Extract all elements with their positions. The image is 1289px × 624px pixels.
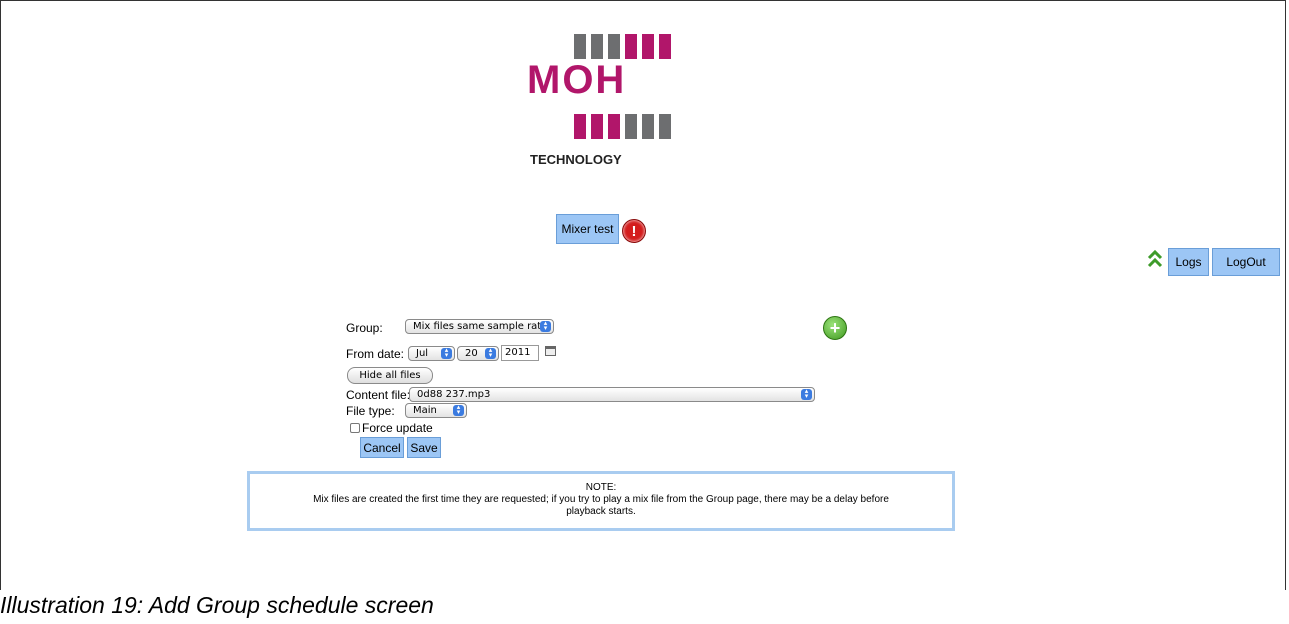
- group-select-value: Mix files same sample rate: [413, 321, 548, 332]
- note-box: NOTE: Mix files are created the first ti…: [247, 471, 955, 531]
- force-update-checkbox[interactable]: [350, 423, 360, 433]
- content-file-label: Content file:: [346, 388, 411, 402]
- force-update-label: Force update: [362, 421, 433, 435]
- alert-icon[interactable]: !: [622, 219, 646, 243]
- select-arrow-icon: ▴ ▾: [540, 320, 551, 332]
- mixer-test-button[interactable]: Mixer test: [556, 214, 619, 244]
- group-select[interactable]: Mix files same sample rate ▴ ▾: [405, 319, 554, 334]
- logout-button[interactable]: LogOut: [1212, 248, 1280, 276]
- year-input[interactable]: 2011: [501, 345, 539, 361]
- cancel-button[interactable]: Cancel: [360, 437, 404, 458]
- calendar-icon[interactable]: [545, 346, 556, 356]
- month-select[interactable]: Jul ▴ ▾: [408, 346, 455, 361]
- select-arrow-icon: ▴ ▾: [801, 388, 812, 400]
- file-type-label: File type:: [346, 404, 395, 418]
- logo-subtitle: TECHNOLOGY: [530, 152, 622, 167]
- file-type-select-value: Main: [413, 405, 437, 416]
- logo-top-bars: [574, 34, 671, 59]
- logs-button[interactable]: Logs: [1168, 248, 1209, 276]
- select-arrow-icon: ▴ ▾: [485, 347, 496, 359]
- plus-circle-icon[interactable]: +: [823, 316, 847, 340]
- select-arrow-icon: ▴ ▾: [453, 404, 464, 416]
- select-arrow-icon: ▴ ▾: [441, 347, 452, 359]
- group-label: Group:: [346, 321, 383, 335]
- logo-bottom-bars: [574, 114, 671, 139]
- logo-text: MOH: [527, 58, 627, 102]
- note-title: NOTE:: [585, 482, 617, 493]
- from-date-label: From date:: [346, 347, 405, 361]
- hide-all-files-button[interactable]: Hide all files: [347, 367, 433, 384]
- chevron-up-double-icon[interactable]: [1147, 249, 1163, 269]
- save-button[interactable]: Save: [407, 437, 441, 458]
- content-file-select-value: 0d88 237.mp3: [417, 389, 491, 400]
- file-type-select[interactable]: Main ▴ ▾: [405, 403, 467, 418]
- content-file-select[interactable]: 0d88 237.mp3 ▴ ▾: [409, 387, 815, 402]
- figure-caption: Illustration 19: Add Group schedule scre…: [0, 592, 434, 618]
- note-body: Mix files are created the first time the…: [313, 494, 889, 517]
- day-select-value: 20: [465, 348, 478, 359]
- day-select[interactable]: 20 ▴ ▾: [457, 346, 499, 361]
- month-select-value: Jul: [416, 348, 429, 359]
